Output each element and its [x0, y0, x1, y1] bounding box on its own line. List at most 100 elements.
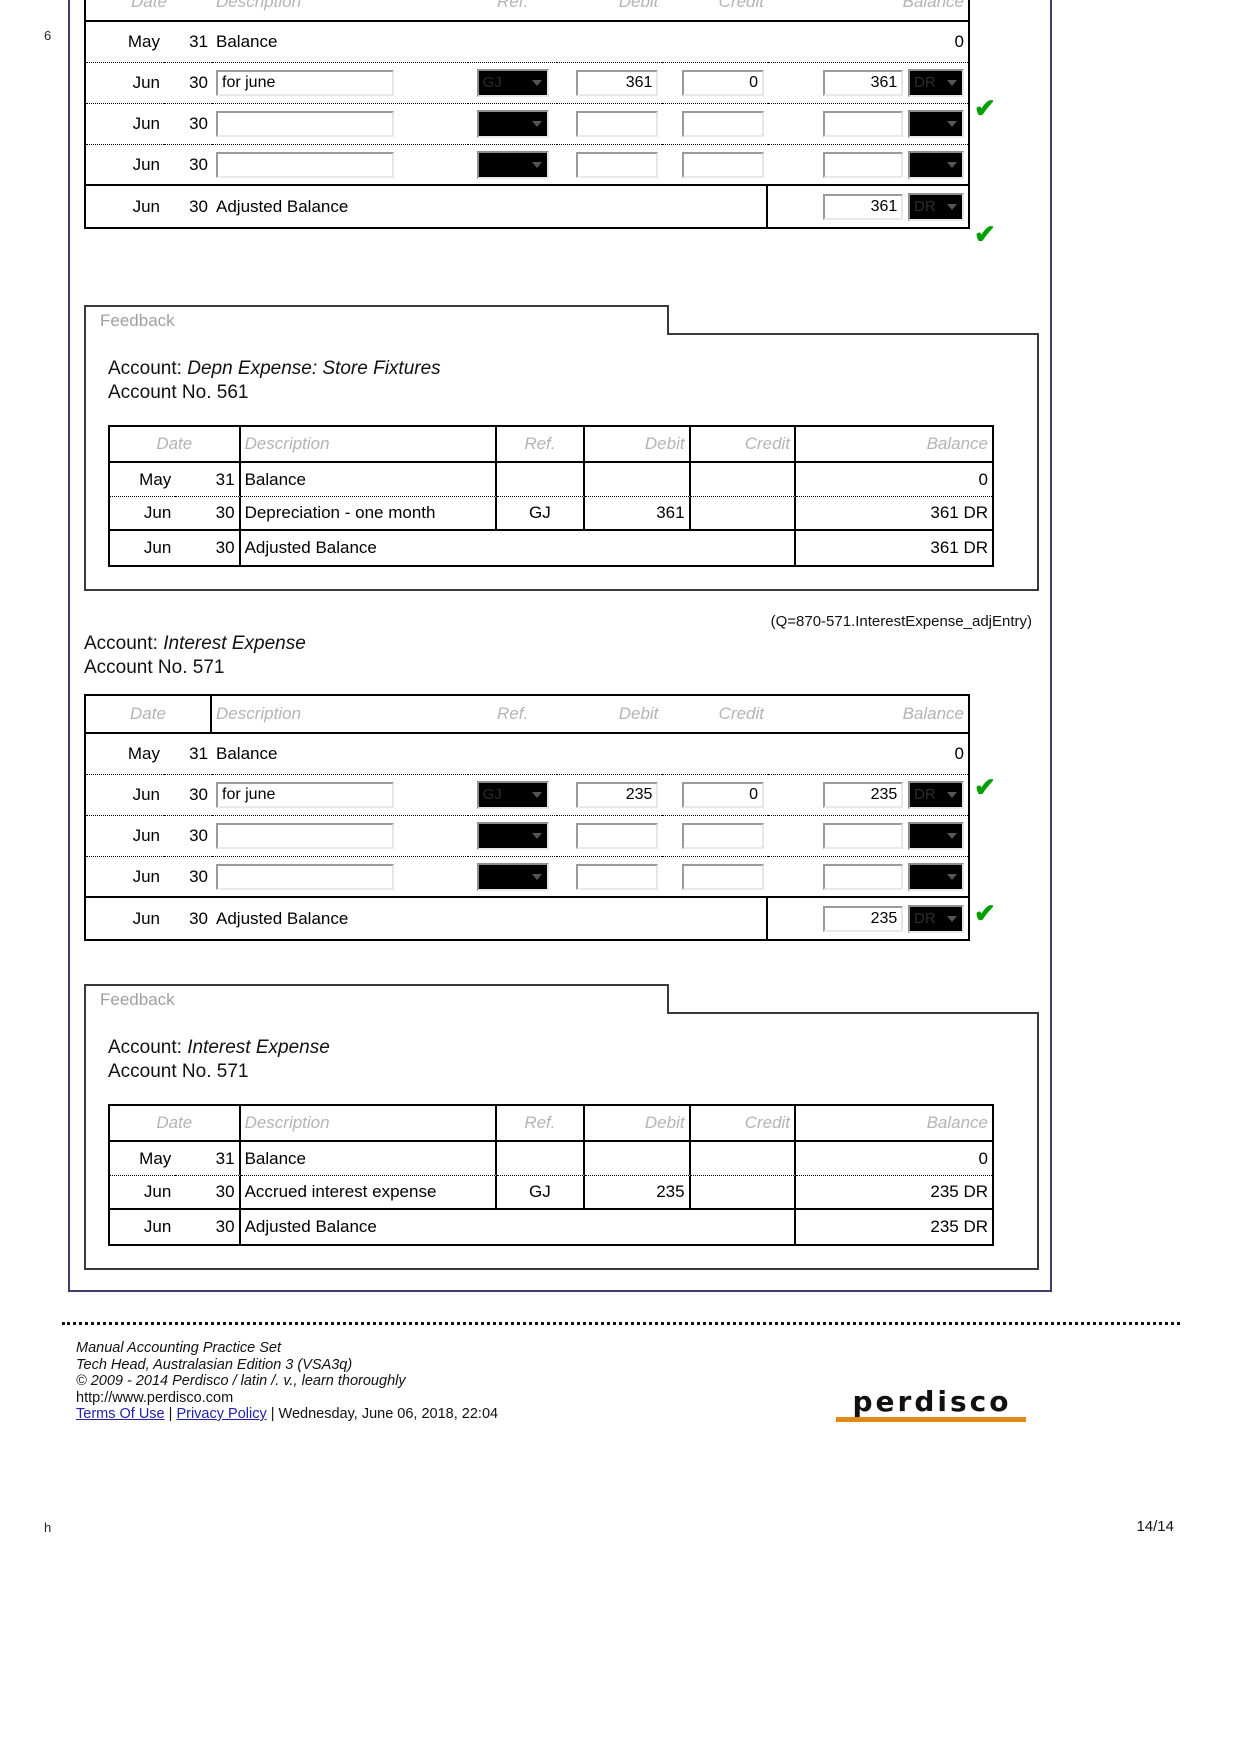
ref-select[interactable] — [476, 822, 549, 850]
cell-ref — [468, 734, 557, 775]
cell-balance: 361 DR — [768, 63, 968, 104]
col-credit: Credit — [690, 1106, 797, 1142]
credit-input[interactable]: 0 — [682, 70, 764, 96]
balance-drcr-select[interactable]: DR — [908, 69, 964, 97]
feedback-tab-label[interactable]: Feedback — [84, 305, 669, 335]
adjusted-drcr-select[interactable]: DR — [908, 904, 964, 933]
col-debit: Debit — [556, 0, 663, 22]
cell-ref — [468, 145, 557, 186]
account-no-value: 571 — [192, 657, 225, 678]
account-no-value: 571 — [216, 1061, 249, 1082]
account-no-label: Account No. — [84, 657, 188, 678]
col-date: Date — [86, 0, 212, 22]
cell-month: Jun — [86, 145, 164, 186]
debit-input[interactable] — [576, 111, 659, 137]
balance-drcr-select[interactable]: DR — [908, 781, 964, 809]
cell-day: 31 — [175, 1142, 241, 1176]
feedback-body: Account: Interest Expense Account No. 57… — [84, 1012, 1039, 1270]
credit-input[interactable] — [682, 111, 764, 137]
adjusted-drcr-select[interactable]: DR — [908, 192, 964, 221]
balance-drcr-select[interactable] — [908, 150, 964, 179]
cell-month: May — [86, 22, 164, 63]
cell-ref — [496, 1142, 586, 1176]
feedback-tab-label[interactable]: Feedback — [84, 984, 669, 1014]
cell-credit — [662, 857, 768, 898]
description-input[interactable]: for june — [216, 70, 394, 96]
cell-day: 30 — [164, 63, 212, 104]
col-description: Description — [212, 696, 469, 734]
col-date: Date — [110, 427, 241, 463]
correct-tick-icon: ✔ — [974, 93, 996, 123]
cell-description: Accrued interest expense — [240, 1176, 497, 1210]
cell-day: 30 — [164, 145, 212, 186]
cell-day: 30 — [175, 531, 241, 565]
cell-month: Jun — [110, 1176, 176, 1210]
debit-input[interactable]: 235 — [576, 782, 659, 808]
cell-day: 31 — [175, 463, 241, 497]
chevron-down-icon — [531, 161, 542, 168]
description-input[interactable] — [216, 863, 394, 890]
cell-debit — [585, 1142, 691, 1176]
description-input[interactable] — [216, 111, 394, 137]
balance-input[interactable] — [823, 151, 904, 178]
credit-input[interactable] — [682, 863, 764, 890]
ref-select[interactable] — [476, 110, 549, 138]
balance-input[interactable] — [823, 823, 904, 849]
chevron-down-icon — [947, 915, 957, 922]
correct-tick-icon: ✔ — [974, 219, 996, 249]
description-input[interactable] — [216, 823, 394, 849]
footer-line-title: Manual Accounting Practice Set — [76, 1340, 281, 1356]
ref-select[interactable] — [476, 862, 549, 891]
balance-input[interactable] — [823, 111, 904, 137]
table-header-row: Date Description Ref. Debit Credit Balan… — [110, 427, 992, 463]
credit-input[interactable] — [682, 151, 764, 178]
adjusted-balance-input[interactable]: 235 — [823, 905, 904, 932]
debit-input[interactable] — [576, 151, 659, 178]
ref-select-value: GJ — [482, 74, 502, 91]
ref-select[interactable]: GJ — [476, 781, 549, 809]
chevron-down-icon — [531, 792, 542, 798]
balance-drcr-select[interactable] — [908, 822, 964, 850]
depn-entry-table: Date Description Ref. Debit Credit Balan… — [84, 0, 970, 229]
balance-input[interactable]: 235 — [823, 782, 904, 808]
debit-input[interactable] — [576, 823, 659, 849]
balance-input[interactable] — [823, 863, 904, 890]
balance-drcr-select[interactable] — [908, 110, 964, 138]
chevron-down-icon — [947, 121, 957, 127]
cell-month: Jun — [86, 63, 164, 104]
ref-select[interactable] — [476, 150, 549, 179]
cell-debit — [556, 857, 663, 898]
feedback-account-no-line: Account No. 561 — [108, 381, 1037, 405]
balance-drcr-select[interactable] — [908, 862, 964, 891]
privacy-policy-link[interactable]: Privacy Policy — [176, 1406, 266, 1422]
chevron-down-icon — [531, 80, 542, 86]
cell-description: Depreciation - one month — [240, 497, 497, 531]
credit-input[interactable]: 0 — [682, 782, 764, 808]
footer-separator: | — [164, 1406, 177, 1422]
description-input[interactable] — [216, 151, 394, 178]
cell-debit: 235 — [556, 775, 663, 816]
balance-input[interactable]: 361 — [823, 70, 904, 96]
adjusted-balance-input[interactable]: 361 — [823, 193, 904, 220]
chevron-down-icon — [531, 873, 542, 880]
col-description: Description — [240, 1106, 497, 1142]
cell-credit — [690, 497, 797, 531]
cell-credit — [690, 1176, 797, 1210]
account-name: Interest Expense — [187, 1037, 330, 1058]
cell-day: 30 — [189, 908, 208, 928]
terms-of-use-link[interactable]: Terms Of Use — [76, 1406, 165, 1422]
credit-input[interactable] — [682, 823, 764, 849]
cell-day: 31 — [164, 734, 212, 775]
ref-select[interactable]: GJ — [476, 69, 549, 97]
chevron-down-icon — [947, 203, 957, 210]
col-date: Date — [110, 1106, 241, 1142]
chevron-down-icon — [947, 80, 957, 86]
debit-input[interactable] — [576, 863, 659, 890]
description-input[interactable]: for june — [216, 782, 394, 808]
cell-description: Adjusted Balance — [241, 531, 797, 565]
feedback-body: Account: Depn Expense: Store Fixtures Ac… — [84, 333, 1039, 591]
ref-select-value: GJ — [482, 786, 502, 803]
col-credit: Credit — [690, 427, 797, 463]
debit-input[interactable]: 361 — [576, 70, 659, 96]
cell-day: 30 — [175, 1176, 241, 1210]
